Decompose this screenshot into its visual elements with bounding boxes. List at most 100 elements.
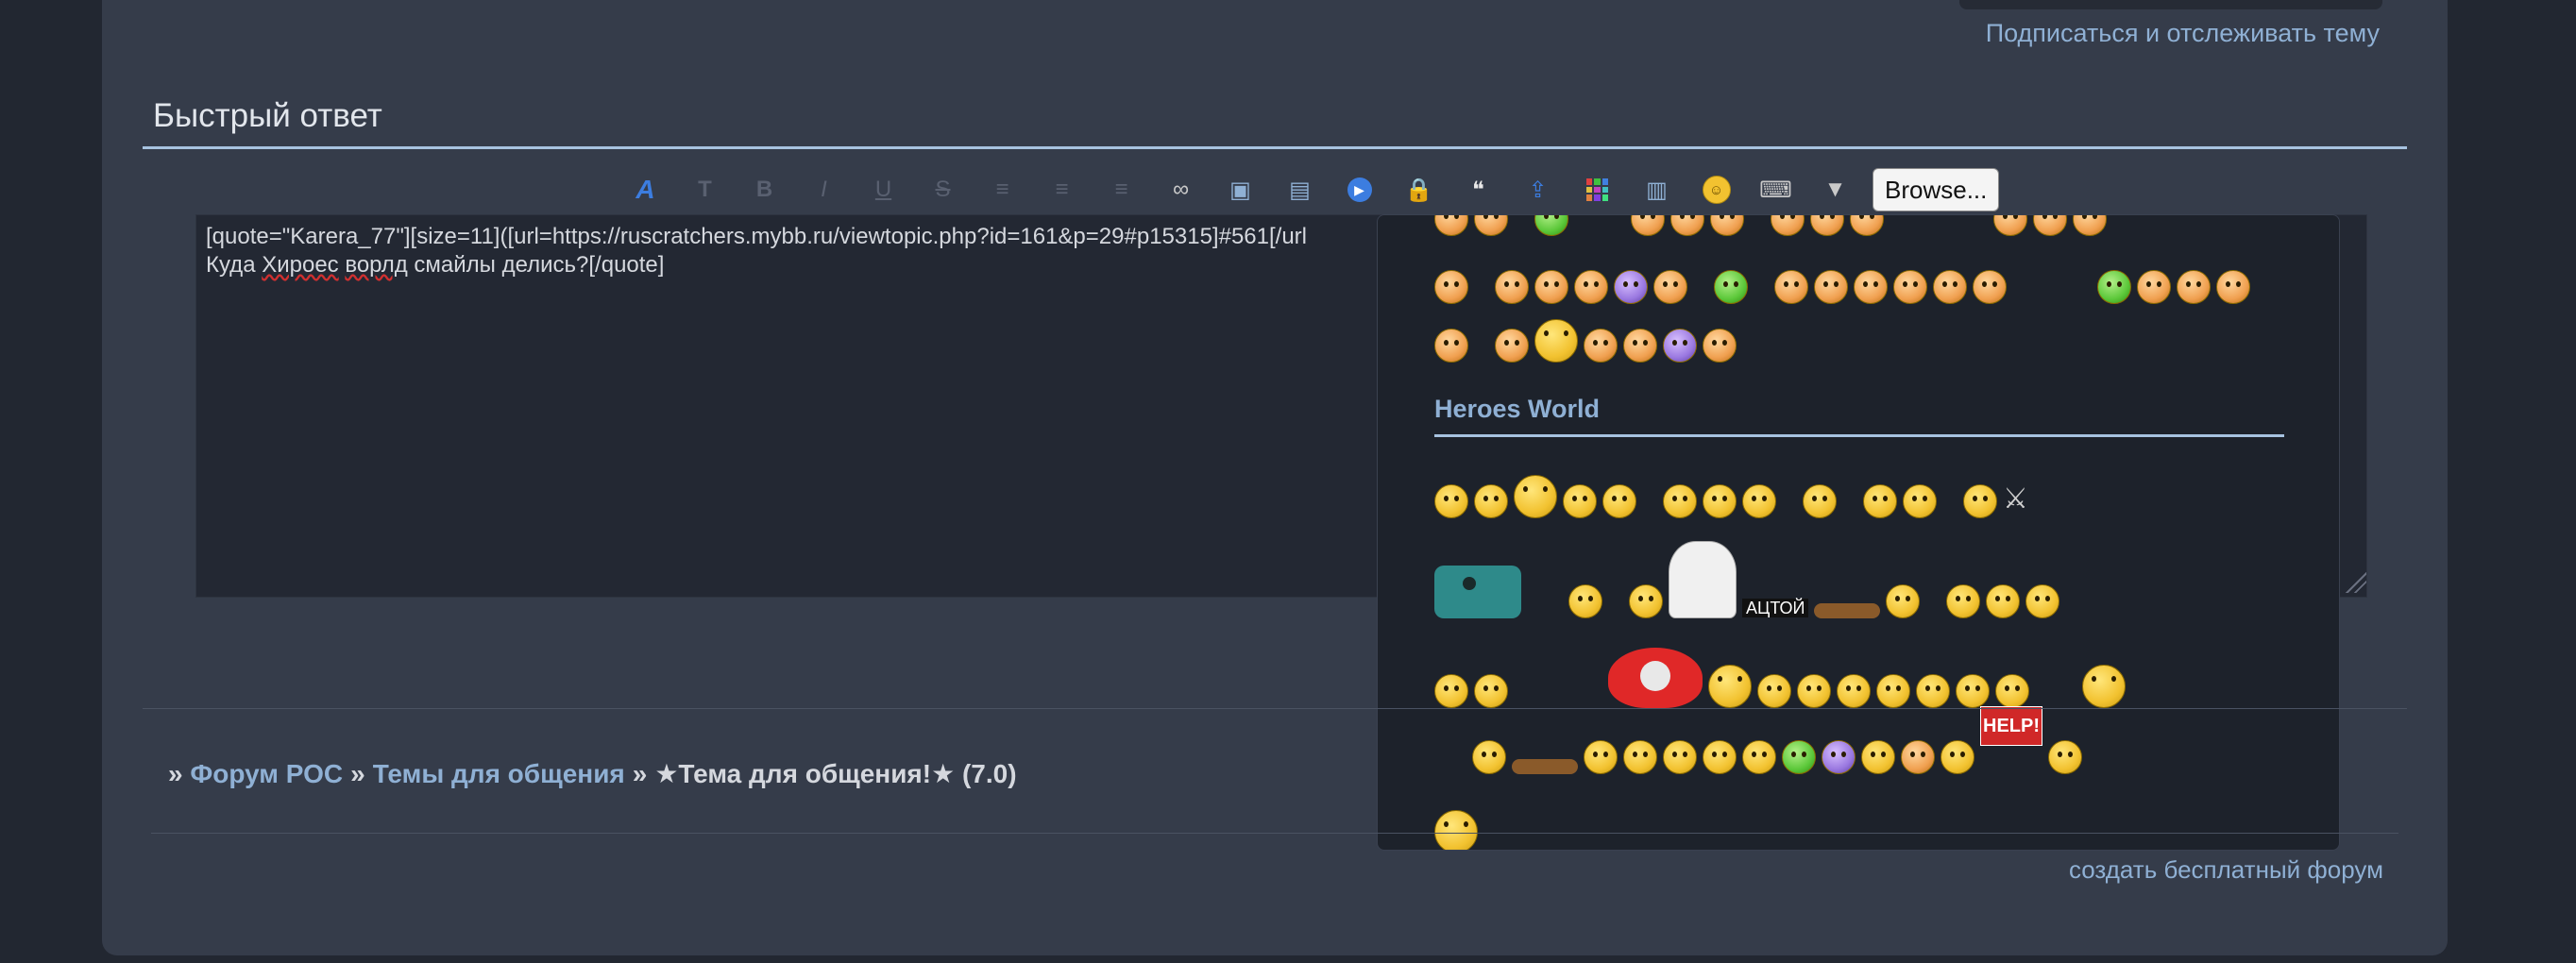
bold-button[interactable]: B xyxy=(735,166,794,213)
smiley-icon[interactable] xyxy=(2177,270,2211,304)
actoy-smiley-icon[interactable]: АЦТОЙ xyxy=(1742,599,1809,618)
upload-button[interactable]: ⇪ xyxy=(1508,166,1568,213)
smiley-icon[interactable] xyxy=(1774,270,1808,304)
smiley-icon[interactable] xyxy=(1663,484,1697,518)
smiley-icon[interactable] xyxy=(1663,329,1697,363)
smiley-icon[interactable] xyxy=(2048,740,2082,774)
spoiler-button[interactable]: ▥ xyxy=(1627,166,1686,213)
smiley-icon[interactable] xyxy=(1584,329,1618,363)
smiley-icon[interactable] xyxy=(1534,319,1578,363)
smiley-icon[interactable] xyxy=(1861,740,1895,774)
axe-icon[interactable]: ⚔ xyxy=(2003,481,2041,518)
top-input-fragment[interactable] xyxy=(1959,0,2382,9)
smiley-icon[interactable] xyxy=(1893,270,1927,304)
smiley-icon[interactable] xyxy=(1837,674,1871,708)
smiley-icon[interactable] xyxy=(1472,740,1506,774)
resize-grip[interactable] xyxy=(2346,572,2366,593)
smiley-icon[interactable] xyxy=(1534,270,1568,304)
smiley-icon[interactable] xyxy=(1495,329,1529,363)
smiley-icon[interactable] xyxy=(2073,215,2107,236)
smiley-icon[interactable] xyxy=(1614,270,1648,304)
smiley-icon[interactable] xyxy=(1474,674,1508,708)
smiley-icon[interactable] xyxy=(1623,329,1657,363)
link-button[interactable]: ∞ xyxy=(1151,166,1211,213)
smiley-icon[interactable] xyxy=(1742,740,1776,774)
smiley-icon[interactable] xyxy=(2033,215,2067,236)
smiley-icon[interactable] xyxy=(1993,215,2027,236)
help-sign-icon[interactable]: HELP! xyxy=(1980,706,2042,746)
club-icon[interactable] xyxy=(1814,603,1881,618)
smiley-icon[interactable] xyxy=(1434,329,1468,363)
smiley-icon[interactable] xyxy=(1434,810,1478,850)
smiley-icon[interactable] xyxy=(1708,665,1752,708)
smiley-icon[interactable] xyxy=(1963,484,1997,518)
breadcrumb-category-link[interactable]: Темы для общения xyxy=(373,759,625,788)
smiley-icon[interactable] xyxy=(1474,215,1508,236)
play-button[interactable]: ▶ xyxy=(1330,166,1389,213)
smiley-icon[interactable] xyxy=(1574,270,1608,304)
smiley-icon[interactable] xyxy=(1474,484,1508,518)
smiley-icon[interactable] xyxy=(1629,584,1663,618)
smiley-icon[interactable] xyxy=(1663,740,1697,774)
code-button[interactable]: ⌨ xyxy=(1746,166,1805,213)
smiley-icon[interactable] xyxy=(1903,484,1937,518)
smiley-icon[interactable] xyxy=(1782,740,1816,774)
smiley-icon[interactable] xyxy=(1703,329,1737,363)
smiley-icon[interactable] xyxy=(1940,740,1974,774)
smiley-icon[interactable] xyxy=(1710,215,1744,236)
smiley-icon[interactable] xyxy=(1901,740,1935,774)
create-forum-link[interactable]: создать бесплатный форум xyxy=(2069,855,2383,885)
smiley-icon[interactable] xyxy=(1670,215,1704,236)
smiley-icon[interactable] xyxy=(1623,740,1657,774)
smiley-icon[interactable] xyxy=(1946,584,1981,618)
knight-horse-icon[interactable] xyxy=(1669,541,1737,618)
smiley-icon[interactable] xyxy=(1854,270,1888,304)
smiley-icon[interactable] xyxy=(1434,270,1468,304)
smiley-icon[interactable] xyxy=(1434,484,1468,518)
smiley-icon[interactable] xyxy=(2216,270,2250,304)
smiley-icon[interactable] xyxy=(1714,270,1748,304)
smiley-icon[interactable] xyxy=(1973,270,2007,304)
smiley-icon[interactable] xyxy=(1434,215,1468,236)
smiley-icon[interactable] xyxy=(1631,215,1665,236)
smiley-icon[interactable] xyxy=(1703,484,1737,518)
align-right-button[interactable]: ≡ xyxy=(1092,166,1151,213)
smiley-icon[interactable] xyxy=(1863,484,1897,518)
smiley-icon[interactable] xyxy=(1822,740,1856,774)
smiley-icon[interactable] xyxy=(1757,674,1791,708)
smiley-icon[interactable] xyxy=(1876,674,1910,708)
smiley-flag-icon[interactable] xyxy=(1568,584,1602,618)
smiley-icon[interactable] xyxy=(2137,270,2171,304)
club-icon[interactable] xyxy=(1512,759,1578,774)
browse-button[interactable]: Browse... xyxy=(1873,168,2000,211)
smiley-icon[interactable] xyxy=(1602,484,1636,518)
smiley-icon[interactable] xyxy=(1995,674,2029,708)
smiley-icon[interactable] xyxy=(1534,215,1568,236)
strike-button[interactable]: S xyxy=(913,166,973,213)
underline-button[interactable]: U xyxy=(854,166,913,213)
smiley-icon[interactable] xyxy=(1653,270,1687,304)
smiley-icon[interactable] xyxy=(1916,674,1950,708)
subscribe-link[interactable]: Подписаться и отслеживать тему xyxy=(1986,19,2380,48)
smiley-icon[interactable] xyxy=(1810,215,1844,236)
smiley-icon[interactable] xyxy=(2025,584,2060,618)
align-center-button[interactable]: ≡ xyxy=(1032,166,1092,213)
tank-smiley-icon[interactable] xyxy=(1434,566,1521,618)
devil-icon[interactable] xyxy=(1608,648,1703,708)
smiley-icon[interactable] xyxy=(1803,484,1837,518)
italic-button[interactable]: I xyxy=(794,166,854,213)
quote-button[interactable]: ❝ xyxy=(1449,166,1508,213)
smiley-icon[interactable] xyxy=(2082,665,2126,708)
smiley-icon[interactable] xyxy=(1986,584,2021,618)
smiley-icon[interactable] xyxy=(1933,270,1967,304)
breadcrumb-forum-link[interactable]: Форум РОС xyxy=(190,759,343,788)
smiley-icon[interactable] xyxy=(1703,740,1737,774)
smiley-icon[interactable] xyxy=(1563,484,1597,518)
smilies-button[interactable]: ☺ xyxy=(1686,166,1746,213)
smiley-icon[interactable] xyxy=(1584,740,1618,774)
font-color-button[interactable]: A xyxy=(616,166,675,213)
smiley-icon[interactable] xyxy=(1797,674,1831,708)
font-size-button[interactable]: T xyxy=(675,166,735,213)
image-button[interactable]: ▣ xyxy=(1211,166,1270,213)
viking-smiley-icon[interactable] xyxy=(1886,584,1921,618)
